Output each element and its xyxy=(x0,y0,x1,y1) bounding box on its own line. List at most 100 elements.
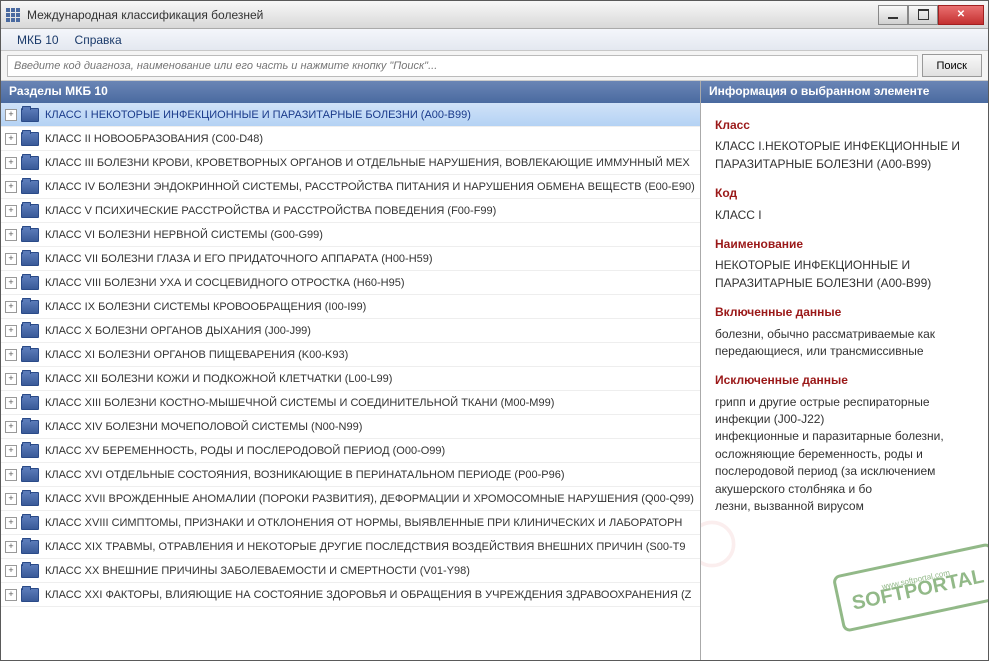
folder-icon xyxy=(21,444,39,458)
tree-row[interactable]: + КЛАСС IV БОЛЕЗНИ ЭНДОКРИННОЙ СИСТЕМЫ, Р… xyxy=(1,175,700,199)
expand-icon[interactable]: + xyxy=(5,469,17,481)
expand-icon[interactable]: + xyxy=(5,541,17,553)
expand-icon[interactable]: + xyxy=(5,349,17,361)
menubar: МКБ 10 Справка xyxy=(1,29,988,51)
expand-icon[interactable]: + xyxy=(5,565,17,577)
folder-icon xyxy=(21,228,39,242)
tree-item-label: КЛАСС IX БОЛЕЗНИ СИСТЕМЫ КРОВООБРАЩЕНИЯ … xyxy=(45,301,366,313)
right-panel: Информация о выбранном элементе Класс КЛ… xyxy=(701,81,988,660)
tree-item-label: КЛАСС V ПСИХИЧЕСКИЕ РАССТРОЙСТВА И РАССТ… xyxy=(45,205,496,217)
titlebar[interactable]: Международная классификация болезней xyxy=(1,1,988,29)
folder-icon xyxy=(21,324,39,338)
expand-icon[interactable]: + xyxy=(5,157,17,169)
expand-icon[interactable]: + xyxy=(5,205,17,217)
tree-row[interactable]: + КЛАСС XIII БОЛЕЗНИ КОСТНО-МЫШЕЧНОЙ СИСТ… xyxy=(1,391,700,415)
info-included-value: болезни, обычно рассматриваемые как пере… xyxy=(715,326,974,361)
folder-icon xyxy=(21,180,39,194)
app-icon xyxy=(5,7,21,23)
tree-item-label: КЛАСС XVII ВРОЖДЕННЫЕ АНОМАЛИИ (ПОРОКИ Р… xyxy=(45,493,694,505)
expand-icon[interactable]: + xyxy=(5,229,17,241)
folder-icon xyxy=(21,396,39,410)
tree-row[interactable]: + КЛАСС XII БОЛЕЗНИ КОЖИ И ПОДКОЖНОЙ КЛЕТ… xyxy=(1,367,700,391)
info-excluded-value: грипп и другие острые респираторные инфе… xyxy=(715,394,974,516)
tree-view[interactable]: +КЛАСС I НЕКОТОРЫЕ ИНФЕКЦИОННЫЕ И ПАРАЗИ… xyxy=(1,103,700,660)
tree-item-label: КЛАСС XI БОЛЕЗНИ ОРГАНОВ ПИЩЕВАРЕНИЯ (K0… xyxy=(45,349,348,361)
app-window: Международная классификация болезней МКБ… xyxy=(0,0,989,661)
folder-icon xyxy=(21,588,39,602)
tree-row[interactable]: + КЛАСС VIII БОЛЕЗНИ УХА И СОСЦЕВИДНОГО О… xyxy=(1,271,700,295)
info-name-value: НЕКОТОРЫЕ ИНФЕКЦИОННЫЕ И ПАРАЗИТАРНЫЕ БО… xyxy=(715,257,974,292)
folder-icon xyxy=(21,420,39,434)
minimize-button[interactable] xyxy=(878,5,908,25)
folder-icon xyxy=(21,348,39,362)
tree-item-label: КЛАСС IV БОЛЕЗНИ ЭНДОКРИННОЙ СИСТЕМЫ, РА… xyxy=(45,181,695,193)
tree-item-label: КЛАСС XV БЕРЕМЕННОСТЬ, РОДЫ И ПОСЛЕРОДОВ… xyxy=(45,445,445,457)
tree-item-label: КЛАСС XVIII СИМПТОМЫ, ПРИЗНАКИ И ОТКЛОНЕ… xyxy=(45,517,682,529)
maximize-button[interactable] xyxy=(908,5,938,25)
expand-icon[interactable]: + xyxy=(5,493,17,505)
tree-row[interactable]: +КЛАСС I НЕКОТОРЫЕ ИНФЕКЦИОННЫЕ И ПАРАЗИ… xyxy=(1,103,700,127)
tree-row[interactable]: + КЛАСС XX ВНЕШНИЕ ПРИЧИНЫ ЗАБОЛЕВАЕМОСТИ… xyxy=(1,559,700,583)
folder-icon xyxy=(21,132,39,146)
tree-row[interactable]: + КЛАСС XIV БОЛЕЗНИ МОЧЕПОЛОВОЙ СИСТЕМЫ (… xyxy=(1,415,700,439)
expand-icon[interactable]: + xyxy=(5,397,17,409)
expand-icon[interactable]: + xyxy=(5,277,17,289)
search-button[interactable]: Поиск xyxy=(922,54,982,77)
expand-icon[interactable]: + xyxy=(5,133,17,145)
expand-icon[interactable]: + xyxy=(5,589,17,601)
expand-icon[interactable]: + xyxy=(5,325,17,337)
tree-row[interactable]: +КЛАСС II НОВООБРАЗОВАНИЯ (C00-D48) xyxy=(1,127,700,151)
content-area: Разделы МКБ 10 +КЛАСС I НЕКОТОРЫЕ ИНФЕКЦ… xyxy=(1,81,988,660)
info-class-value: КЛАСС I.НЕКОТОРЫЕ ИНФЕКЦИОННЫЕ И ПАРАЗИТ… xyxy=(715,138,974,173)
folder-icon xyxy=(21,492,39,506)
info-body: Класс КЛАСС I.НЕКОТОРЫЕ ИНФЕКЦИОННЫЕ И П… xyxy=(701,103,988,660)
tree-row[interactable]: + КЛАСС X БОЛЕЗНИ ОРГАНОВ ДЫХАНИЯ (J00-J9… xyxy=(1,319,700,343)
expand-icon[interactable]: + xyxy=(5,517,17,529)
expand-icon[interactable]: + xyxy=(5,109,17,121)
menu-help[interactable]: Справка xyxy=(67,31,130,49)
info-code-label: Код xyxy=(715,185,974,202)
tree-item-label: КЛАСС XII БОЛЕЗНИ КОЖИ И ПОДКОЖНОЙ КЛЕТЧ… xyxy=(45,373,392,385)
folder-icon xyxy=(21,540,39,554)
tree-row[interactable]: + КЛАСС VII БОЛЕЗНИ ГЛАЗА И ЕГО ПРИДАТОЧН… xyxy=(1,247,700,271)
tree-row[interactable]: +КЛАСС VI БОЛЕЗНИ НЕРВНОЙ СИСТЕМЫ (G00-G… xyxy=(1,223,700,247)
tree-item-label: КЛАСС XX ВНЕШНИЕ ПРИЧИНЫ ЗАБОЛЕВАЕМОСТИ … xyxy=(45,565,470,577)
tree-row[interactable]: + КЛАСС III БОЛЕЗНИ КРОВИ, КРОВЕТВОРНЫХ О… xyxy=(1,151,700,175)
tree-item-label: КЛАСС XVI ОТДЕЛЬНЫЕ СОСТОЯНИЯ, ВОЗНИКАЮЩ… xyxy=(45,469,565,481)
tree-row[interactable]: + КЛАСС XVI ОТДЕЛЬНЫЕ СОСТОЯНИЯ, ВОЗНИКАЮ… xyxy=(1,463,700,487)
menu-mkb10[interactable]: МКБ 10 xyxy=(9,31,67,49)
right-panel-header: Информация о выбранном элементе xyxy=(701,81,988,103)
tree-item-label: КЛАСС VIII БОЛЕЗНИ УХА И СОСЦЕВИДНОГО ОТ… xyxy=(45,277,405,289)
tree-item-label: КЛАСС III БОЛЕЗНИ КРОВИ, КРОВЕТВОРНЫХ ОР… xyxy=(45,157,690,169)
folder-icon xyxy=(21,108,39,122)
expand-icon[interactable]: + xyxy=(5,301,17,313)
expand-icon[interactable]: + xyxy=(5,445,17,457)
svg-text:SOFTPORTAL: SOFTPORTAL xyxy=(850,565,986,614)
tree-row[interactable]: + КЛАСС XVII ВРОЖДЕННЫЕ АНОМАЛИИ (ПОРОКИ … xyxy=(1,487,700,511)
info-excluded-label: Исключенные данные xyxy=(715,372,974,389)
tree-row[interactable]: + КЛАСС XV БЕРЕМЕННОСТЬ, РОДЫ И ПОСЛЕРОДО… xyxy=(1,439,700,463)
tree-item-label: КЛАСС XIII БОЛЕЗНИ КОСТНО-МЫШЕЧНОЙ СИСТЕ… xyxy=(45,397,554,409)
tree-item-label: КЛАСС X БОЛЕЗНИ ОРГАНОВ ДЫХАНИЯ (J00-J99… xyxy=(45,325,311,337)
folder-icon xyxy=(21,204,39,218)
tree-item-label: КЛАСС XIV БОЛЕЗНИ МОЧЕПОЛОВОЙ СИСТЕМЫ (N… xyxy=(45,421,362,433)
tree-row[interactable]: + КЛАСС V ПСИХИЧЕСКИЕ РАССТРОЙСТВА И РАСС… xyxy=(1,199,700,223)
expand-icon[interactable]: + xyxy=(5,373,17,385)
tree-row[interactable]: +КЛАСС XXI ФАКТОРЫ, ВЛИЯЮЩИЕ НА СОСТОЯНИ… xyxy=(1,583,700,607)
folder-icon xyxy=(21,372,39,386)
tree-item-label: КЛАСС VII БОЛЕЗНИ ГЛАЗА И ЕГО ПРИДАТОЧНО… xyxy=(45,253,433,265)
info-included-label: Включенные данные xyxy=(715,304,974,321)
tree-row[interactable]: + КЛАСС XI БОЛЕЗНИ ОРГАНОВ ПИЩЕВАРЕНИЯ (K… xyxy=(1,343,700,367)
toolbar: Поиск xyxy=(1,51,988,81)
window-title: Международная классификация болезней xyxy=(27,8,878,22)
expand-icon[interactable]: + xyxy=(5,421,17,433)
folder-icon xyxy=(21,156,39,170)
tree-row[interactable]: +КЛАСС XIX ТРАВМЫ, ОТРАВЛЕНИЯ И НЕКОТОРЫ… xyxy=(1,535,700,559)
search-input[interactable] xyxy=(7,55,918,77)
tree-row[interactable]: + КЛАСС XVIII СИМПТОМЫ, ПРИЗНАКИ И ОТКЛОН… xyxy=(1,511,700,535)
folder-icon xyxy=(21,516,39,530)
tree-row[interactable]: + КЛАСС IX БОЛЕЗНИ СИСТЕМЫ КРОВООБРАЩЕНИЯ… xyxy=(1,295,700,319)
close-button[interactable] xyxy=(938,5,984,25)
expand-icon[interactable]: + xyxy=(5,253,17,265)
expand-icon[interactable]: + xyxy=(5,181,17,193)
